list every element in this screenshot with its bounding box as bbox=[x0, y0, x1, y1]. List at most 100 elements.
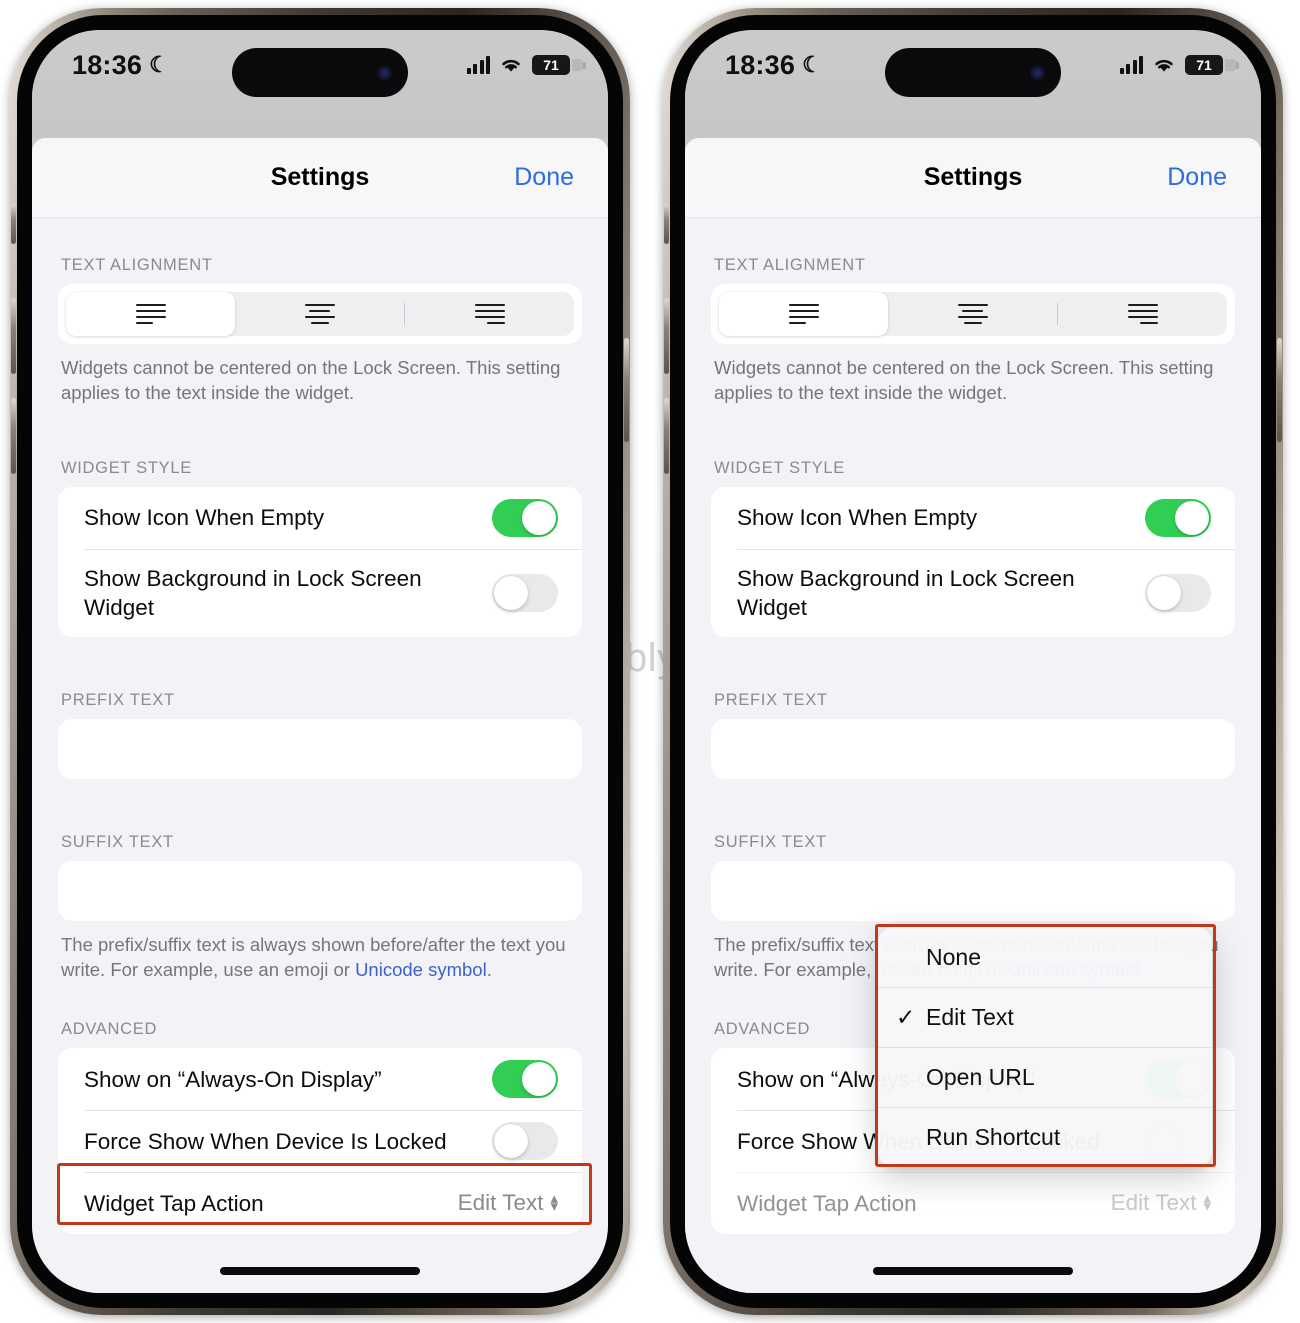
widget-style-card: Show Icon When Empty Show Background in … bbox=[711, 487, 1235, 638]
align-left-icon bbox=[135, 303, 166, 325]
widget-style-card: Show Icon When Empty Show Background in … bbox=[58, 487, 582, 638]
row-show-on-always-on-display[interactable]: Show on “Always-On Display” bbox=[58, 1048, 582, 1110]
menu-item-label: Run Shortcut bbox=[926, 1123, 1061, 1150]
row-widget-tap-action[interactable]: Widget Tap Action Edit Text ▴ ▾ bbox=[58, 1172, 582, 1234]
section-header-text-alignment: TEXT ALIGNMENT bbox=[61, 256, 213, 274]
battery-cap bbox=[583, 62, 586, 69]
advanced-card: Show on “Always-On Display” Force Show W… bbox=[58, 1048, 582, 1235]
power-button-right[interactable] bbox=[1277, 338, 1282, 442]
toggle-force-show-when-locked[interactable] bbox=[492, 1122, 558, 1161]
battery-cap bbox=[1236, 62, 1239, 69]
volume-up-button-left[interactable] bbox=[11, 298, 16, 374]
segment-align-left[interactable] bbox=[66, 292, 235, 336]
section-header-widget-style: WIDGET STYLE bbox=[61, 459, 192, 478]
wifi-icon bbox=[1152, 56, 1176, 74]
suffix-text-field[interactable] bbox=[711, 861, 1235, 922]
widget-tap-action-current: Edit Text bbox=[1110, 1190, 1197, 1216]
segment-align-left[interactable] bbox=[719, 292, 888, 336]
clock-label: 18:36 bbox=[72, 49, 143, 80]
row-label: Show Icon When Empty bbox=[737, 505, 978, 531]
row-force-show-when-locked[interactable]: Force Show When Device Is Locked bbox=[58, 1110, 582, 1172]
section-header-prefix-text: PREFIX TEXT bbox=[714, 691, 828, 710]
home-indicator-left[interactable] bbox=[220, 1267, 420, 1275]
align-left-icon bbox=[788, 303, 819, 325]
dynamic-island-right bbox=[885, 48, 1061, 97]
section-header-prefix-text: PREFIX TEXT bbox=[61, 691, 175, 710]
status-indicators-right: 71 bbox=[1119, 55, 1239, 75]
done-button[interactable]: Done bbox=[1167, 163, 1227, 192]
mute-switch-right[interactable] bbox=[664, 204, 669, 244]
battery-percent-label: 71 bbox=[1196, 57, 1212, 73]
row-label: Widget Tap Action bbox=[737, 1190, 917, 1216]
text-alignment-segmented-control[interactable] bbox=[719, 292, 1227, 336]
segment-align-right[interactable] bbox=[405, 292, 574, 336]
check-icon: ✓ bbox=[896, 1003, 916, 1030]
prefix-text-field[interactable] bbox=[58, 719, 582, 780]
toggle-show-background-lock-screen[interactable] bbox=[1145, 574, 1211, 613]
section-header-text-alignment: TEXT ALIGNMENT bbox=[714, 256, 866, 274]
text-alignment-segmented-control[interactable] bbox=[66, 292, 574, 336]
menu-item-label: Edit Text bbox=[926, 1003, 1014, 1030]
navigation-bar-right: Settings Done bbox=[685, 138, 1261, 218]
clock-label: 18:36 bbox=[725, 49, 796, 80]
text-alignment-card bbox=[58, 284, 582, 344]
menu-item-none[interactable]: None bbox=[878, 927, 1212, 987]
do-not-disturb-icon: ☾ bbox=[802, 52, 822, 77]
toggle-show-background-lock-screen[interactable] bbox=[492, 574, 558, 613]
mute-switch-left[interactable] bbox=[11, 204, 16, 244]
segment-align-center[interactable] bbox=[888, 292, 1057, 336]
align-center-icon bbox=[304, 303, 335, 325]
row-show-background-lock-screen[interactable]: Show Background in Lock Screen Widget bbox=[711, 549, 1235, 637]
widget-tap-action-menu[interactable]: None ✓ Edit Text Open URL Run Shortcut bbox=[878, 927, 1212, 1167]
screenshot-stage: Yablyk 18:36 ☾ 71 Settings Done TEXT ALI… bbox=[0, 0, 1300, 1323]
menu-item-label: Open URL bbox=[926, 1063, 1035, 1090]
widget-tap-action-value[interactable]: Edit Text ▴ ▾ bbox=[458, 1190, 558, 1216]
row-label: Show Icon When Empty bbox=[84, 505, 325, 531]
footer-prefix-suffix: The prefix/suffix text is always shown b… bbox=[32, 921, 608, 982]
settings-content-left: TEXT ALIGNMENT Widgets cannot be centere… bbox=[32, 218, 608, 1272]
row-widget-tap-action[interactable]: Widget Tap Action Edit Text ▴ ▾ bbox=[711, 1172, 1235, 1234]
section-header-widget-style: WIDGET STYLE bbox=[714, 459, 845, 478]
menu-item-open-url[interactable]: Open URL bbox=[878, 1047, 1212, 1107]
row-label: Show Background in Lock Screen Widget bbox=[737, 565, 1075, 621]
menu-item-label: None bbox=[926, 943, 981, 970]
widget-tap-action-value[interactable]: Edit Text ▴ ▾ bbox=[1111, 1190, 1211, 1216]
segment-align-center[interactable] bbox=[235, 292, 404, 336]
volume-down-button-right[interactable] bbox=[664, 398, 669, 474]
status-time-right: 18:36 ☾ bbox=[725, 50, 822, 81]
battery-percent-label: 71 bbox=[543, 57, 559, 73]
toggle-always-on-display[interactable] bbox=[492, 1060, 558, 1099]
section-header-suffix-text: SUFFIX TEXT bbox=[61, 833, 174, 852]
volume-down-button-left[interactable] bbox=[11, 398, 16, 474]
status-indicators-left: 71 bbox=[466, 55, 586, 75]
page-title: Settings bbox=[923, 163, 1023, 191]
front-camera-icon bbox=[1030, 65, 1045, 80]
segment-align-right[interactable] bbox=[1058, 292, 1227, 336]
row-show-icon-when-empty[interactable]: Show Icon When Empty bbox=[711, 487, 1235, 549]
menu-item-run-shortcut[interactable]: Run Shortcut bbox=[878, 1107, 1212, 1167]
phone-left: 18:36 ☾ 71 Settings Done TEXT ALIGNMENT … bbox=[10, 8, 630, 1315]
row-label: Show Background in Lock Screen Widget bbox=[84, 565, 422, 621]
volume-up-button-right[interactable] bbox=[664, 298, 669, 374]
unicode-symbol-link[interactable]: Unicode symbol bbox=[355, 959, 487, 980]
row-show-icon-when-empty[interactable]: Show Icon When Empty bbox=[58, 487, 582, 549]
navigation-bar-left: Settings Done bbox=[32, 138, 608, 218]
suffix-text-field[interactable] bbox=[58, 861, 582, 922]
align-right-icon bbox=[1127, 303, 1158, 325]
chevron-up-down-icon: ▴ ▾ bbox=[550, 1189, 558, 1216]
cellular-bars-icon bbox=[1119, 56, 1143, 74]
menu-item-edit-text[interactable]: ✓ Edit Text bbox=[878, 987, 1212, 1047]
settings-sheet-left: Settings Done TEXT ALIGNMENT Widgets can… bbox=[32, 138, 608, 1293]
done-button[interactable]: Done bbox=[514, 163, 574, 192]
power-button-left[interactable] bbox=[624, 338, 629, 442]
row-show-background-lock-screen[interactable]: Show Background in Lock Screen Widget bbox=[58, 549, 582, 637]
toggle-show-icon-when-empty[interactable] bbox=[492, 499, 558, 538]
footer-text-alignment: Widgets cannot be centered on the Lock S… bbox=[714, 357, 1214, 403]
row-label: Show on “Always-On Display” bbox=[84, 1066, 382, 1092]
dynamic-island-left bbox=[232, 48, 408, 97]
text-alignment-card bbox=[711, 284, 1235, 344]
home-indicator-right[interactable] bbox=[873, 1267, 1073, 1275]
prefix-text-field[interactable] bbox=[711, 719, 1235, 780]
row-label: Widget Tap Action bbox=[84, 1190, 264, 1216]
toggle-show-icon-when-empty[interactable] bbox=[1145, 499, 1211, 538]
